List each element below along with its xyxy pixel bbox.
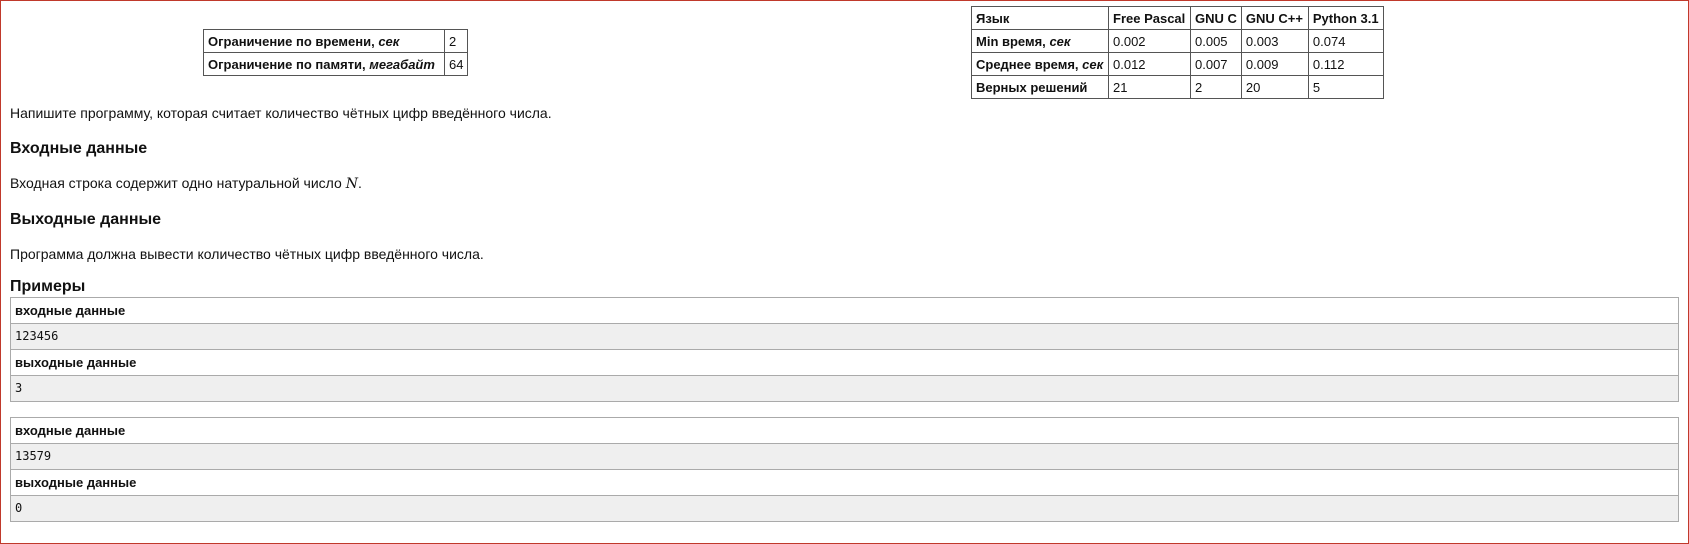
stats-cell: 5 — [1307, 75, 1384, 99]
input-section-title: Входные данные — [10, 140, 148, 157]
memory-limit-row: Ограничение по памяти, мегабайт 64 — [203, 52, 469, 76]
input-description: Входная строка содержит одно натуральной… — [10, 175, 362, 192]
example-block: входные данные 13579 выходные данные 0 — [10, 417, 1679, 522]
stats-header-cell: Python 3.1 — [1307, 6, 1384, 30]
stats-header-cell: GNU C++ — [1240, 6, 1309, 30]
stats-row-label: Верных решений — [971, 75, 1109, 99]
example-input-data: 13579 — [11, 444, 1678, 470]
stats-header-cell: Язык — [971, 6, 1109, 30]
stats-row-label: Min время, сек — [971, 29, 1109, 53]
stats-cell: 0.003 — [1240, 29, 1309, 53]
stats-cell: 20 — [1240, 75, 1309, 99]
stats-cell: 0.005 — [1190, 29, 1242, 53]
stats-cell: 21 — [1108, 75, 1191, 99]
stats-cell: 2 — [1190, 75, 1242, 99]
example-output-label: выходные данные — [11, 350, 1678, 376]
stats-row-label: Среднее время, сек — [971, 52, 1109, 76]
example-output-data: 3 — [11, 376, 1678, 401]
example-output-label: выходные данные — [11, 470, 1678, 496]
stats-cell: 0.009 — [1240, 52, 1309, 76]
output-description: Программа должна вывести количество чётн… — [10, 246, 484, 262]
problem-statement: Напишите программу, которая считает коли… — [10, 105, 552, 121]
stats-cell: 0.112 — [1307, 52, 1384, 76]
time-limit-row: Ограничение по времени, сек 2 — [203, 29, 469, 53]
stats-header-cell: GNU C — [1190, 6, 1242, 30]
limits-table: Ограничение по времени, сек 2 Ограничени… — [203, 29, 469, 76]
stats-cell: 0.007 — [1190, 52, 1242, 76]
stats-cell: 0.012 — [1108, 52, 1191, 76]
math-variable-n: N — [345, 176, 358, 192]
stats-cell: 0.002 — [1108, 29, 1191, 53]
problem-content: Напишите программу, которая считает коли… — [10, 104, 1679, 522]
time-limit-label: Ограничение по времени, сек — [203, 29, 445, 53]
stats-header-cell: Free Pascal — [1108, 6, 1191, 30]
memory-limit-label: Ограничение по памяти, мегабайт — [203, 52, 445, 76]
example-input-label: входные данные — [11, 298, 1678, 324]
stats-cell: 0.074 — [1307, 29, 1384, 53]
example-block: входные данные 123456 выходные данные 3 — [10, 297, 1679, 402]
example-output-data: 0 — [11, 496, 1678, 521]
output-section-title: Выходные данные — [10, 211, 162, 228]
statistics-table: Язык Free Pascal GNU C GNU C++ Python 3.… — [971, 6, 1384, 99]
stats-header-row: Язык Free Pascal GNU C GNU C++ Python 3.… — [971, 6, 1384, 30]
time-limit-value: 2 — [443, 29, 469, 53]
memory-limit-value: 64 — [443, 52, 469, 76]
stats-row-correct: Верных решений 21 2 20 5 — [971, 75, 1384, 99]
example-input-data: 123456 — [11, 324, 1678, 350]
stats-row-min-time: Min время, сек 0.002 0.005 0.003 0.074 — [971, 29, 1384, 53]
examples-title: Примеры — [10, 278, 86, 295]
example-input-label: входные данные — [11, 418, 1678, 444]
stats-row-avg-time: Среднее время, сек 0.012 0.007 0.009 0.1… — [971, 52, 1384, 76]
